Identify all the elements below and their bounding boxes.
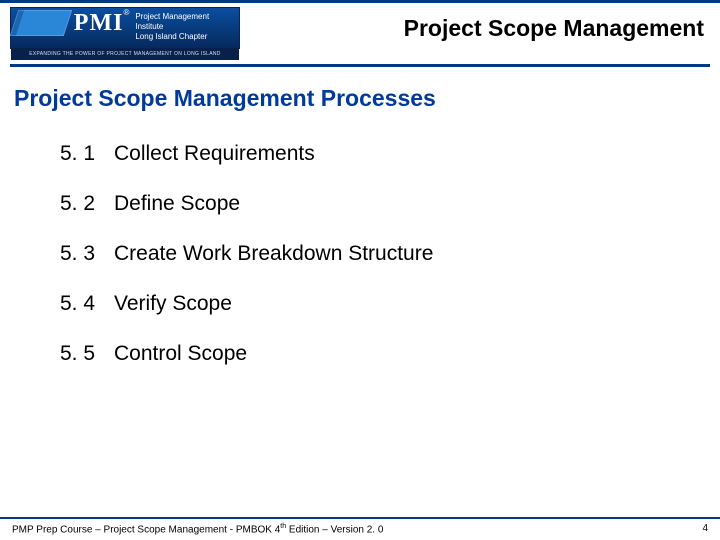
item-text: Create Work Breakdown Structure bbox=[114, 242, 433, 266]
list-item: 5. 5 Control Scope bbox=[60, 342, 710, 366]
page-number: 4 bbox=[702, 523, 708, 534]
header: PMI® Project Management Institute Long I… bbox=[0, 3, 720, 52]
slide: PMI® Project Management Institute Long I… bbox=[0, 0, 720, 540]
logo-line2: Long Island Chapter bbox=[135, 32, 239, 42]
logo-line1: Project Management Institute bbox=[135, 12, 239, 32]
process-list: 5. 1 Collect Requirements 5. 2 Define Sc… bbox=[0, 112, 720, 540]
item-number: 5. 2 bbox=[60, 192, 114, 216]
list-item: 5. 3 Create Work Breakdown Structure bbox=[60, 242, 710, 266]
logo-tagline: EXPANDING THE POWER OF PROJECT MANAGEMEN… bbox=[11, 48, 239, 60]
item-number: 5. 5 bbox=[60, 342, 114, 366]
item-number: 5. 3 bbox=[60, 242, 114, 266]
item-text: Define Scope bbox=[114, 192, 240, 216]
item-number: 5. 4 bbox=[60, 292, 114, 316]
logo-diamond-icon bbox=[10, 10, 72, 36]
logo-registered: ® bbox=[123, 8, 129, 17]
footer-text: PMP Prep Course – Project Scope Manageme… bbox=[12, 523, 383, 535]
footer-left-a: PMP Prep Course – Project Scope Manageme… bbox=[12, 524, 280, 535]
logo-text-block: Project Management Institute Long Island… bbox=[135, 12, 239, 42]
list-item: 5. 1 Collect Requirements bbox=[60, 142, 710, 166]
footer: PMP Prep Course – Project Scope Manageme… bbox=[0, 517, 720, 540]
item-number: 5. 1 bbox=[60, 142, 114, 166]
logo-abbr: PMI bbox=[74, 10, 124, 37]
item-text: Collect Requirements bbox=[114, 142, 315, 166]
list-item: 5. 2 Define Scope bbox=[60, 192, 710, 216]
item-text: Control Scope bbox=[114, 342, 247, 366]
list-item: 5. 4 Verify Scope bbox=[60, 292, 710, 316]
item-text: Verify Scope bbox=[114, 292, 232, 316]
pmi-logo: PMI® Project Management Institute Long I… bbox=[10, 7, 240, 49]
section-title: Project Scope Management Processes bbox=[0, 67, 720, 112]
footer-left-b: Edition – Version 2. 0 bbox=[286, 524, 383, 535]
page-title: Project Scope Management bbox=[404, 15, 704, 42]
